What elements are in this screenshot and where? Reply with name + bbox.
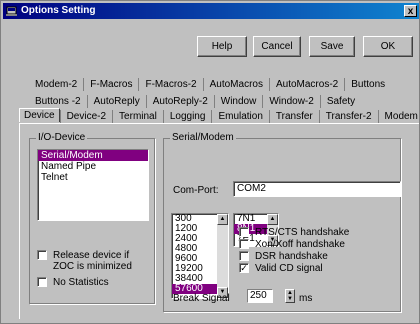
window-title: Options Setting [21,5,96,16]
tab-modem[interactable]: Modem [377,110,420,123]
tab-window[interactable]: Window [213,95,263,108]
tab-window-2[interactable]: Window-2 [262,95,319,108]
spin-arrows-icon[interactable]: ▲ ▼ [285,289,295,303]
scroll-up-icon[interactable]: ▲ [267,214,278,225]
rts-cts-checkbox[interactable]: RTS/CTS handshake [239,227,349,238]
break-signal-label: Break Signal [173,293,230,304]
checkbox-box[interactable] [37,277,47,287]
list-item[interactable]: Serial/Modem [38,150,148,161]
tab-modem-2[interactable]: Modem-2 [27,78,83,91]
tab-row-3: Device Device-2 Terminal Logging Emulation Tr… [19,108,420,123]
ok-button[interactable]: OK [363,36,413,57]
scroll-up-icon[interactable]: ▲ [217,214,228,225]
tab-device[interactable]: Device [19,108,60,122]
tab-buttons[interactable]: Buttons [344,78,391,91]
tab-logging[interactable]: Logging [162,110,212,123]
tab-safety[interactable]: Safety [319,95,361,108]
save-button[interactable]: Save [309,36,355,57]
options-window: Options Setting x Help Cancel Save OK Mo… [0,0,420,324]
checkbox-box[interactable] [239,227,249,237]
io-device-title: I/O-Device [36,132,88,143]
xon-xoff-label: Xon/Xoff handshake [255,239,345,250]
io-device-list[interactable]: Serial/Modem Named Pipe Telnet [37,149,149,221]
tab-f-macros[interactable]: F-Macros [83,78,138,91]
tab-automacros[interactable]: AutoMacros [202,78,269,91]
tab-row-2: Buttons -2 AutoReply AutoReply-2 Window Wind… [27,95,361,109]
com-port-input[interactable]: COM2 [233,181,401,197]
tab-transfer[interactable]: Transfer [268,110,319,123]
checkmark-icon[interactable]: ✓ [239,263,249,273]
cancel-button[interactable]: Cancel [253,36,301,57]
dsr-checkbox[interactable]: DSR handshake [239,251,328,262]
tab-autoreply[interactable]: AutoReply [86,95,146,108]
com-port-label: Com-Port: [173,185,219,196]
rts-cts-label: RTS/CTS handshake [255,227,350,238]
tab-emulation[interactable]: Emulation [211,110,268,123]
no-statistics-label: No Statistics [53,277,109,288]
tab-buttons-2[interactable]: Buttons -2 [27,95,87,108]
help-button[interactable]: Help [197,36,247,57]
close-button[interactable]: x [404,5,417,17]
tab-f-macros-2[interactable]: F-Macros-2 [138,78,202,91]
tab-autoreply-2[interactable]: AutoReply-2 [145,95,214,108]
title-bar[interactable]: Options Setting x [3,3,419,19]
valid-cd-checkbox[interactable]: ✓ Valid CD signal [239,263,323,274]
checkbox-box[interactable] [239,251,249,261]
release-device-checkbox[interactable]: Release device if ZOC is minimized [37,250,143,272]
serial-modem-title: Serial/Modem [170,132,236,143]
valid-cd-label: Valid CD signal [255,263,323,274]
baud-rate-list[interactable]: 300 1200 2400 4800 9600 19200 38400 5760… [171,213,229,299]
baud-scrollbar[interactable]: ▲ ▼ [217,214,228,298]
xon-xoff-checkbox[interactable]: Xon/Xoff handshake [239,239,345,250]
tab-terminal[interactable]: Terminal [112,110,163,123]
app-icon [6,6,17,16]
checkbox-box[interactable] [239,239,249,249]
tab-device-2[interactable]: Device-2 [59,110,112,123]
no-statistics-checkbox[interactable]: No Statistics [37,277,109,288]
dsr-label: DSR handshake [255,251,328,262]
break-signal-input[interactable]: 250 [247,289,273,303]
tab-row-1: Modem-2 F-Macros F-Macros-2 AutoMacros AutoM… [27,78,391,92]
list-item[interactable]: Telnet [38,172,148,183]
tab-transfer-2[interactable]: Transfer-2 [318,110,378,123]
checkbox-box[interactable] [37,250,47,260]
list-item[interactable]: Named Pipe [38,161,148,172]
release-device-label: Release device if ZOC is minimized [53,250,132,272]
tab-automacros-2[interactable]: AutoMacros-2 [268,78,344,91]
break-unit-label: ms [299,293,313,304]
